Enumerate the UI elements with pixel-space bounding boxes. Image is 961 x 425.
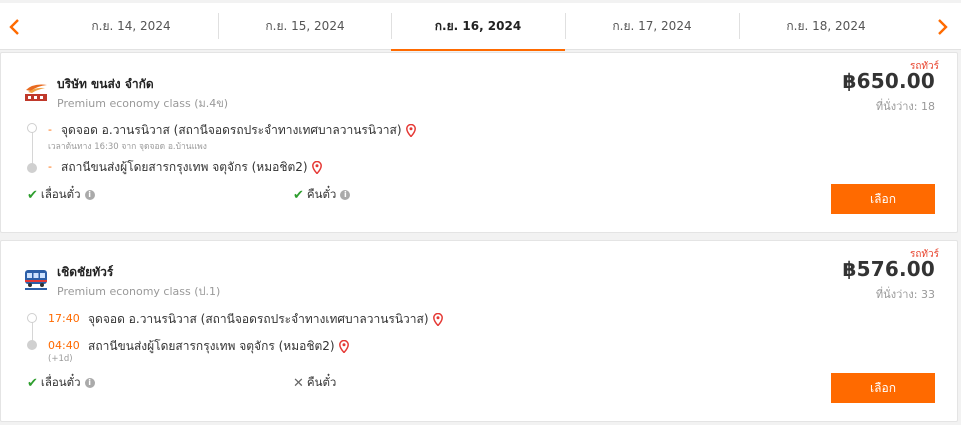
- change-ticket-policy: ✔ เลื่อนตั๋ว i: [27, 186, 95, 204]
- info-icon[interactable]: i: [340, 190, 351, 200]
- info-icon[interactable]: i: [84, 378, 95, 388]
- departure-dot: [27, 313, 37, 323]
- arrival-stop: สถานีขนส่งผู้โดยสารกรุงเทพ จตุจักร (หมอช…: [61, 158, 322, 177]
- date-tab[interactable]: ก.ย. 18, 2024: [739, 3, 913, 50]
- change-ticket-label: เลื่อนตั๋ว: [40, 375, 81, 389]
- departure-stop-name: จุดจอด อ.วานรนิวาส (สถานีจอดรถประจำทางเท…: [88, 312, 429, 326]
- date-selector: ก.ย. 14, 2024 ก.ย. 15, 2024 ก.ย. 16, 202…: [0, 3, 961, 51]
- departure-time: 17:40: [48, 312, 80, 325]
- company-logo: [25, 270, 47, 290]
- refund-ticket-policy: ✔ คืนตั๋ว i: [293, 186, 351, 204]
- info-icon[interactable]: i: [84, 190, 95, 200]
- trip-price: ฿576.00: [842, 257, 935, 281]
- refund-ticket-label: คืนตั๋ว: [306, 187, 337, 201]
- trip-price: ฿650.00: [842, 69, 935, 93]
- chevron-right-icon: [938, 19, 948, 35]
- next-day-note: (+1d): [48, 354, 73, 364]
- date-tab[interactable]: ก.ย. 14, 2024: [44, 3, 218, 50]
- arrival-time: -: [48, 160, 52, 173]
- departure-stop-name: จุดจอด อ.วานรนิวาส (สถานีจอดรถประจำทางเท…: [61, 123, 402, 137]
- company-name: บริษัท ขนส่ง จำกัด: [57, 77, 154, 91]
- prev-date-button[interactable]: [2, 9, 26, 45]
- company-logo: [25, 84, 47, 101]
- next-date-button[interactable]: [931, 9, 955, 45]
- date-tab[interactable]: ก.ย. 15, 2024: [218, 3, 392, 50]
- cross-icon: ✕: [293, 375, 304, 391]
- select-trip-button[interactable]: เลือก: [831, 373, 935, 403]
- bus-class: Premium economy class (ม.4ข): [57, 97, 229, 110]
- bus-class: Premium economy class (ป.1): [57, 285, 221, 298]
- departure-stop: จุดจอด อ.วานรนิวาส (สถานีจอดรถประจำทางเท…: [61, 121, 416, 140]
- origin-note: เวลาต้นทาง 16:30 จาก จุดจอด อ.บ้านแพง: [48, 142, 207, 152]
- departure-stop: จุดจอด อ.วานรนิวาส (สถานีจอดรถประจำทางเท…: [88, 310, 443, 329]
- arrival-time: 04:40: [48, 339, 80, 352]
- trip-card: รถทัวร์ ฿576.00 ที่นั่งว่าง: 33 เชิดชัยท…: [0, 240, 958, 422]
- check-icon: ✔: [27, 375, 38, 391]
- departure-dot: [27, 123, 37, 133]
- trip-card: รถทัวร์ ฿650.00 ที่นั่งว่าง: 18 บริษัท ข…: [0, 52, 958, 233]
- check-icon: ✔: [27, 187, 38, 203]
- route-line: [32, 131, 33, 167]
- select-trip-button[interactable]: เลือก: [831, 184, 935, 214]
- arrival-stop-name: สถานีขนส่งผู้โดยสารกรุงเทพ จตุจักร (หมอช…: [88, 339, 335, 353]
- date-tab-selected[interactable]: ก.ย. 16, 2024: [391, 3, 565, 51]
- company-name: เชิดชัยทัวร์: [57, 265, 114, 279]
- map-pin-icon[interactable]: [405, 124, 416, 137]
- change-ticket-label: เลื่อนตั๋ว: [40, 187, 81, 201]
- available-seats: ที่นั่งว่าง: 33: [875, 288, 935, 301]
- refund-ticket-label: คืนตั๋ว: [306, 375, 337, 389]
- change-ticket-policy: ✔ เลื่อนตั๋ว i: [27, 374, 95, 392]
- map-pin-icon[interactable]: [432, 313, 443, 326]
- arrival-stop: สถานีขนส่งผู้โดยสารกรุงเทพ จตุจักร (หมอช…: [88, 337, 349, 356]
- refund-ticket-policy: ✕ คืนตั๋ว: [293, 374, 336, 392]
- chevron-left-icon: [9, 19, 19, 35]
- departure-time: -: [48, 123, 52, 136]
- arrival-stop-name: สถานีขนส่งผู้โดยสารกรุงเทพ จตุจักร (หมอช…: [61, 160, 308, 174]
- map-pin-icon[interactable]: [338, 340, 349, 353]
- check-icon: ✔: [293, 187, 304, 203]
- available-seats: ที่นั่งว่าง: 18: [875, 100, 935, 113]
- arrival-dot: [27, 163, 37, 173]
- map-pin-icon[interactable]: [311, 161, 322, 174]
- arrival-dot: [27, 340, 37, 350]
- date-tab[interactable]: ก.ย. 17, 2024: [565, 3, 739, 50]
